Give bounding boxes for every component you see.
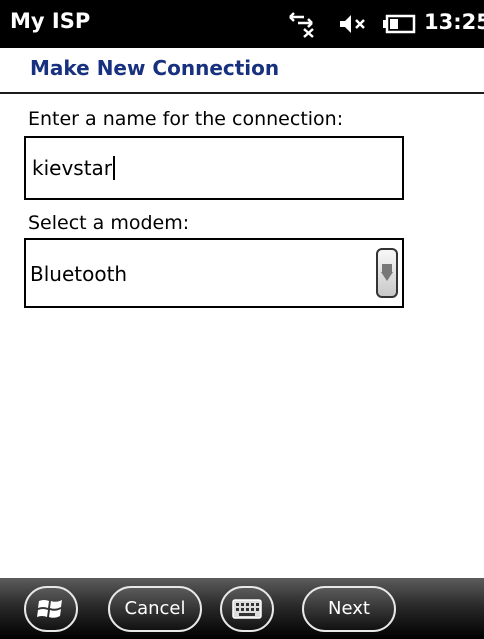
status-clock: 13:25	[424, 10, 484, 34]
modem-select[interactable]: Bluetooth	[24, 238, 404, 308]
connection-name-label: Enter a name for the connection:	[28, 108, 344, 130]
status-bar: My ISP 13:25	[0, 0, 484, 48]
status-icons: 13:25	[264, 0, 484, 48]
text-caret	[113, 156, 116, 180]
chevron-down-icon	[381, 264, 393, 281]
data-connection-icon[interactable]	[286, 8, 318, 38]
connection-name-input[interactable]: kievstar	[24, 136, 404, 200]
page-title: Make New Connection	[30, 56, 280, 80]
dropdown-arrow-button[interactable]	[376, 248, 398, 298]
keyboard-button[interactable]	[220, 586, 274, 632]
volume-muted-icon[interactable]	[338, 12, 368, 36]
header-divider	[0, 92, 484, 94]
app-title: My ISP	[10, 9, 91, 33]
next-button[interactable]: Next	[302, 586, 396, 632]
connection-name-value: kievstar	[32, 156, 113, 180]
modem-select-value: Bluetooth	[30, 262, 128, 286]
keyboard-icon	[232, 599, 262, 619]
battery-icon[interactable]	[382, 14, 416, 34]
softkey-bar: Cancel Next	[0, 578, 484, 639]
cancel-button[interactable]: Cancel	[108, 586, 202, 632]
windows-start-icon	[37, 600, 62, 618]
modem-label: Select a modem:	[28, 212, 190, 234]
start-button[interactable]	[24, 586, 78, 632]
